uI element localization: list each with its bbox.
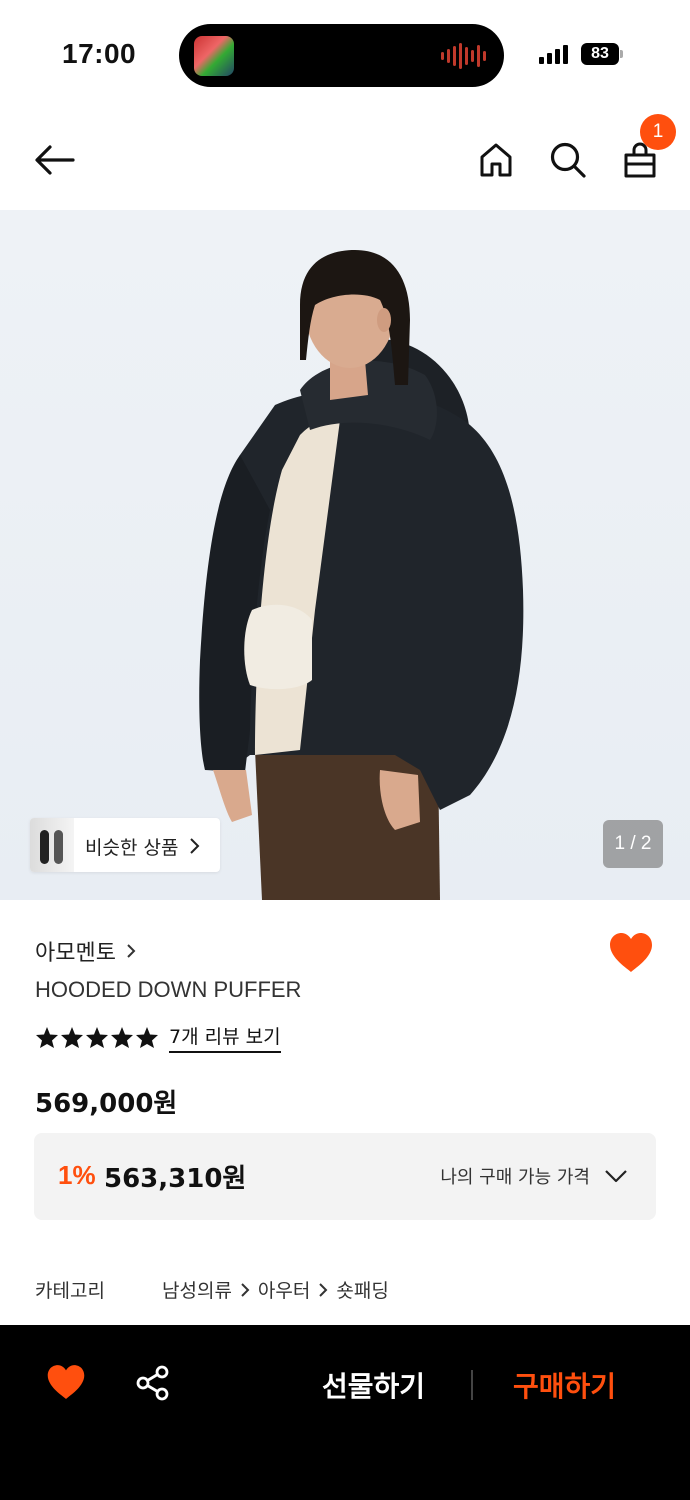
my-price-toggle[interactable]: 나의 구매 가능 가격 [440,1163,628,1189]
heart-icon [47,1365,85,1400]
star-icon [136,1027,158,1048]
category-item[interactable]: 아우터 [258,1276,310,1303]
similar-products-button[interactable]: 비슷한 상품 [30,818,220,872]
star-icon [86,1027,108,1048]
cart-count-badge: 1 [640,114,676,150]
home-button[interactable] [468,132,524,188]
bottom-wishlist-button[interactable] [46,1364,86,1402]
search-icon [550,142,586,178]
cellular-signal-icon [539,44,568,64]
home-icon [480,143,512,177]
back-arrow-icon [35,145,75,175]
product-image-carousel[interactable]: 비슷한 상품 1 / 2 [0,210,690,900]
top-navigation: 1 [0,110,690,210]
category-item[interactable]: 숏패딩 [336,1276,388,1303]
gift-button[interactable]: 선물하기 [322,1365,425,1405]
product-rating: 7개 리뷰 보기 [35,1022,281,1053]
category-label: 카테고리 [35,1280,105,1302]
original-price: 569,000원 [35,1089,178,1119]
bottom-divider [471,1370,473,1400]
chevron-right-icon [190,838,200,854]
chevron-right-icon [319,1282,328,1297]
category-item[interactable]: 남성의류 [162,1276,232,1303]
audio-wave-icon [441,42,486,70]
chevron-down-icon [605,1170,627,1183]
search-button[interactable] [540,132,596,188]
dynamic-island [179,24,504,87]
heart-icon [610,933,652,972]
view-reviews-link[interactable]: 7개 리뷰 보기 [169,1022,281,1053]
star-icon [111,1027,133,1048]
share-icon [136,1365,169,1401]
brand-link[interactable]: 아모멘토 [35,935,136,967]
my-price-label: 나의 구매 가능 가격 [440,1167,590,1188]
chevron-right-icon [241,1282,250,1297]
share-button[interactable] [135,1365,171,1401]
cart-button[interactable]: 1 [612,114,676,188]
image-page-indicator: 1 / 2 [603,820,663,868]
rating-stars [35,1026,159,1049]
now-playing-app-icon [194,36,234,76]
product-name: HOODED DOWN PUFFER [35,977,302,1002]
status-time: 17:00 [62,38,137,69]
similar-products-label: 비슷한 상품 [85,837,179,859]
my-price-box[interactable]: 1% 563,310원 나의 구매 가능 가격 [34,1133,656,1220]
bottom-action-bar: 선물하기 구매하기 [0,1325,690,1500]
wishlist-button[interactable] [608,932,656,976]
status-bar: 17:00 83 [0,0,690,110]
brand-name: 아모멘토 [35,941,116,966]
battery-icon: 83 [581,43,623,65]
battery-level: 83 [581,43,619,65]
back-button[interactable] [27,132,83,188]
product-photo [199,250,524,900]
category-breadcrumb: 카테고리 남성의류 아우터 숏패딩 [35,1276,389,1303]
chevron-right-icon [127,944,136,958]
star-icon [61,1027,83,1048]
similar-product-thumbnail [30,818,74,872]
buy-button[interactable]: 구매하기 [513,1365,616,1405]
discount-price: 563,310원 [104,1164,247,1194]
star-icon [36,1027,58,1048]
discount-rate: 1% [58,1160,96,1190]
